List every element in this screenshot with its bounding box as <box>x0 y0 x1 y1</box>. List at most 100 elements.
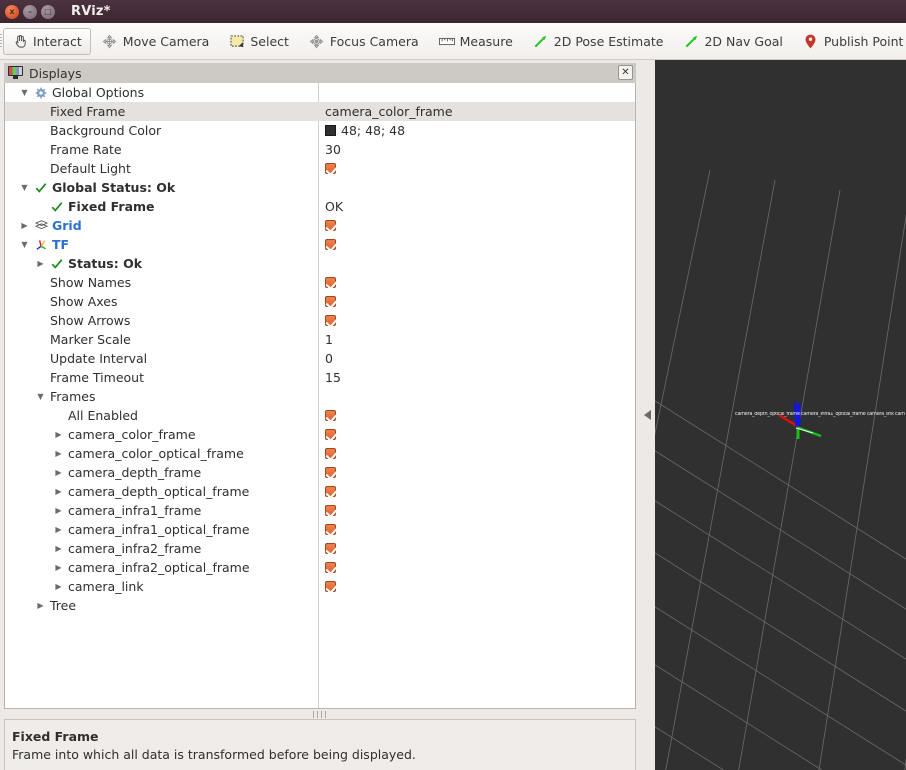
tool-interact[interactable]: Interact <box>3 27 91 55</box>
checkbox-checked-icon[interactable] <box>325 315 336 326</box>
tool-2d-pose-estimate[interactable]: 2D Pose Estimate <box>524 28 673 55</box>
chevron-right-icon[interactable]: ▶ <box>53 577 64 596</box>
tree-row-value[interactable] <box>325 406 336 425</box>
tree-row[interactable]: ▶ Default Light <box>5 159 635 178</box>
tool-publish-point[interactable]: Publish Point <box>794 28 906 55</box>
tree-row[interactable]: ▶ camera_depth_optical_frame <box>5 482 635 501</box>
tree-row[interactable]: ▶ camera_infra2_optical_frame <box>5 558 635 577</box>
chevron-right-icon[interactable]: ▶ <box>19 216 30 235</box>
tree-row-value[interactable]: camera_color_frame <box>325 102 453 121</box>
checkbox-checked-icon[interactable] <box>325 562 336 573</box>
tree-row[interactable]: ▼ Frames <box>5 387 635 406</box>
tree-row[interactable]: ▶ Update Interval 0 <box>5 349 635 368</box>
tree-row[interactable]: ▶ Tree <box>5 596 635 615</box>
color-swatch[interactable] <box>325 125 336 136</box>
chevron-right-icon[interactable]: ▶ <box>35 254 46 273</box>
chevron-right-icon[interactable]: ▶ <box>53 539 64 558</box>
chevron-down-icon[interactable]: ▼ <box>35 387 46 406</box>
maximize-window-button[interactable]: □ <box>41 4 55 19</box>
chevron-right-icon[interactable]: ▶ <box>53 425 64 444</box>
tool-focus-camera[interactable]: Focus Camera <box>300 28 428 55</box>
tree-row-value[interactable] <box>325 425 336 444</box>
chevron-right-icon[interactable]: ▶ <box>53 444 64 463</box>
tree-row-value[interactable] <box>325 577 336 596</box>
tree-row-value[interactable] <box>325 520 336 539</box>
tree-row-value[interactable]: 30 <box>325 140 341 159</box>
checkbox-checked-icon[interactable] <box>325 429 336 440</box>
tree-row-value[interactable]: 48; 48; 48 <box>325 121 405 140</box>
tree-row[interactable]: ▶ Show Axes <box>5 292 635 311</box>
checkbox-checked-icon[interactable] <box>325 486 336 497</box>
render-viewport-3d[interactable]: camera_depth_optical_frame camera_infra1… <box>655 60 906 770</box>
tree-row-value[interactable] <box>325 216 336 235</box>
checkbox-checked-icon[interactable] <box>325 296 336 307</box>
tree-row[interactable]: ▶ All Enabled <box>5 406 635 425</box>
tree-row[interactable]: ▶ camera_infra2_frame <box>5 539 635 558</box>
minimize-window-button[interactable]: – <box>23 4 37 19</box>
checkbox-checked-icon[interactable] <box>325 581 336 592</box>
tool-2d-nav-goal[interactable]: 2D Nav Goal <box>674 28 791 55</box>
displays-tree[interactable]: ▼ Global Options ▶ Fixed Frame camera_color_… <box>4 83 636 709</box>
chevron-right-icon[interactable]: ▶ <box>35 596 46 615</box>
chevron-down-icon[interactable]: ▼ <box>19 178 30 197</box>
tree-row[interactable]: ▶ Fixed Frame camera_color_frame <box>5 102 635 121</box>
chevron-down-icon[interactable]: ▼ <box>19 83 30 102</box>
checkbox-checked-icon[interactable] <box>325 239 336 250</box>
tree-row-value[interactable] <box>325 463 336 482</box>
tree-row[interactable]: ▶ Grid <box>5 216 635 235</box>
tree-row-value[interactable]: 15 <box>325 368 341 387</box>
tree-row[interactable]: ▶ Frame Rate 30 <box>5 140 635 159</box>
tree-row[interactable]: ▶ Status: Ok <box>5 254 635 273</box>
checkbox-checked-icon[interactable] <box>325 220 336 231</box>
tree-row-value[interactable] <box>325 235 336 254</box>
checkbox-checked-icon[interactable] <box>325 505 336 516</box>
checkbox-checked-icon[interactable] <box>325 543 336 554</box>
chevron-right-icon[interactable]: ▶ <box>53 558 64 577</box>
tool-select[interactable]: Select <box>220 28 298 55</box>
checkbox-checked-icon[interactable] <box>325 467 336 478</box>
tree-row[interactable]: ▶ Frame Timeout 15 <box>5 368 635 387</box>
tool-measure[interactable]: Measure <box>430 28 522 55</box>
tree-row[interactable]: ▶ camera_infra1_frame <box>5 501 635 520</box>
collapse-left-arrow-icon[interactable] <box>644 410 651 420</box>
checkbox-checked-icon[interactable] <box>325 277 336 288</box>
tree-row-value[interactable]: 1 <box>325 330 333 349</box>
vertical-splitter[interactable] <box>640 60 655 770</box>
close-panel-button[interactable]: ✕ <box>618 65 633 80</box>
tree-row[interactable]: ▶ Show Arrows <box>5 311 635 330</box>
tree-row[interactable]: ▶ camera_infra1_optical_frame <box>5 520 635 539</box>
chevron-down-icon[interactable]: ▼ <box>19 235 30 254</box>
tree-row-value[interactable] <box>325 539 336 558</box>
toolbar-drag-handle[interactable] <box>0 23 2 60</box>
chevron-right-icon[interactable]: ▶ <box>53 482 64 501</box>
close-window-button[interactable]: x <box>5 4 19 19</box>
tree-row[interactable]: ▶ camera_link <box>5 577 635 596</box>
tree-row[interactable]: ▶ Fixed Frame OK <box>5 197 635 216</box>
tree-row-value[interactable] <box>325 482 336 501</box>
tree-row[interactable]: ▼ Global Options <box>5 83 635 102</box>
tree-row[interactable]: ▶ Show Names <box>5 273 635 292</box>
checkbox-checked-icon[interactable] <box>325 524 336 535</box>
tree-row[interactable]: ▼ Global Status: Ok <box>5 178 635 197</box>
tree-row[interactable]: ▶ Marker Scale 1 <box>5 330 635 349</box>
tree-row-value[interactable] <box>325 292 336 311</box>
tree-row-value[interactable] <box>325 273 336 292</box>
tree-row-value[interactable] <box>325 311 336 330</box>
tool-move-camera[interactable]: Move Camera <box>93 28 219 55</box>
chevron-right-icon[interactable]: ▶ <box>53 520 64 539</box>
chevron-right-icon[interactable]: ▶ <box>53 463 64 482</box>
tree-row-value[interactable]: OK <box>325 197 343 216</box>
checkbox-checked-icon[interactable] <box>325 163 336 174</box>
tree-row[interactable]: ▼ TF <box>5 235 635 254</box>
tree-row[interactable]: ▶ camera_color_optical_frame <box>5 444 635 463</box>
checkbox-checked-icon[interactable] <box>325 448 336 459</box>
checkbox-checked-icon[interactable] <box>325 410 336 421</box>
tree-row-value[interactable]: 0 <box>325 349 333 368</box>
tree-row-value[interactable] <box>325 444 336 463</box>
tree-row-value[interactable] <box>325 501 336 520</box>
tree-row[interactable]: ▶ camera_color_frame <box>5 425 635 444</box>
chevron-right-icon[interactable]: ▶ <box>53 501 64 520</box>
tree-row[interactable]: ▶ camera_depth_frame <box>5 463 635 482</box>
tree-row[interactable]: ▶ Background Color 48; 48; 48 <box>5 121 635 140</box>
tree-row-value[interactable] <box>325 558 336 577</box>
